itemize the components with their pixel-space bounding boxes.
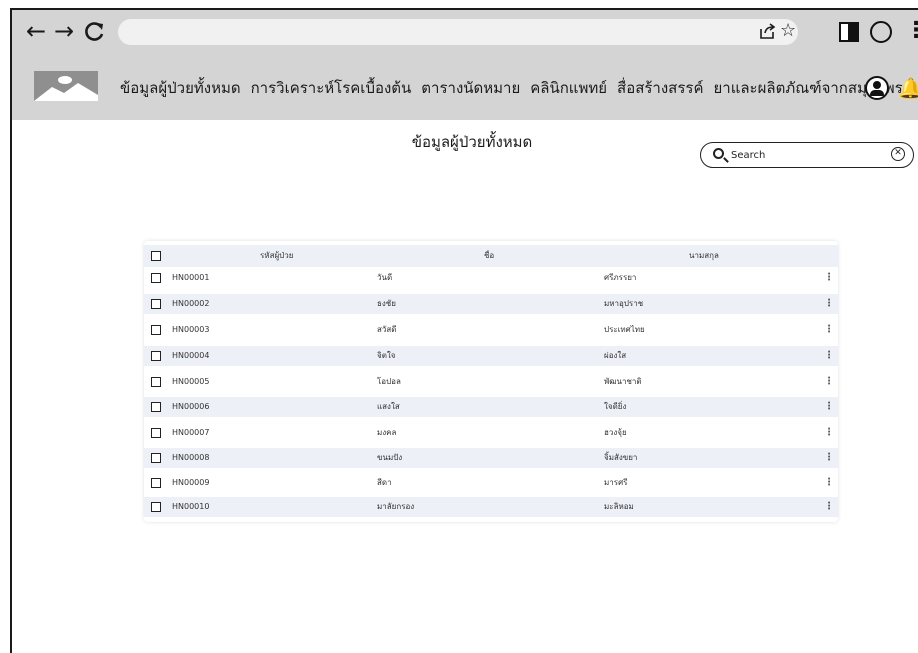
table-row[interactable]: HN00006 แสงใส ใจดียิ่ง ⋮ <box>144 397 838 417</box>
row-checkbox[interactable] <box>151 299 161 309</box>
row-menu-icon[interactable]: ⋮ <box>824 401 834 413</box>
star-icon[interactable]: ☆ <box>780 19 796 43</box>
column-header-id[interactable]: รหัสผู้ป่วย <box>260 251 293 261</box>
browser-window: ← → ☆ ⋮ ข้อมูลผู้ป่วยทั้งหมด การวิเคราะห… <box>10 8 918 653</box>
browser-toolbar: ← → ☆ ⋮ <box>12 10 918 54</box>
patient-id: HN00005 <box>172 377 210 386</box>
row-menu-icon[interactable]: ⋮ <box>824 298 834 310</box>
patient-table: รหัสผู้ป่วย ชื่อ นามสกุล HN00001 วันดี ศ… <box>144 241 838 522</box>
patient-last-name: พัฒนาชาติ <box>604 377 642 386</box>
nav-media[interactable]: สื่อสร้างสรรค์ <box>617 76 703 100</box>
row-checkbox[interactable] <box>151 478 161 488</box>
patient-first-name: มงคล <box>377 428 397 437</box>
patient-last-name: ฮวงจุ้ย <box>604 428 627 437</box>
row-checkbox[interactable] <box>151 502 161 512</box>
column-header-last-name[interactable]: นามสกุล <box>689 251 719 261</box>
bell-icon[interactable]: 🔔 <box>898 75 918 101</box>
row-checkbox[interactable] <box>151 402 161 412</box>
row-menu-icon[interactable]: ⋮ <box>824 272 834 284</box>
side-panel-icon[interactable] <box>839 22 859 42</box>
patient-last-name: มะลิหอม <box>604 502 634 511</box>
patient-last-name: ประเทศไทย <box>604 325 645 334</box>
table-row[interactable]: HN00007 มงคล ฮวงจุ้ย ⋮ <box>144 423 838 443</box>
row-menu-icon[interactable]: ⋮ <box>824 477 834 489</box>
patient-first-name: ขนมปัง <box>377 453 403 462</box>
table-header-row: รหัสผู้ป่วย ชื่อ นามสกุล <box>144 245 838 267</box>
clear-icon[interactable]: ✕ <box>891 147 905 161</box>
row-menu-icon[interactable]: ⋮ <box>824 376 834 388</box>
address-bar[interactable] <box>118 19 798 45</box>
row-checkbox[interactable] <box>151 453 161 463</box>
patient-id: HN00007 <box>172 428 210 437</box>
column-header-first-name[interactable]: ชื่อ <box>484 251 494 261</box>
share-icon[interactable] <box>758 22 776 40</box>
table-row[interactable]: HN00009 สีดา มารศรี ⋮ <box>144 473 838 493</box>
table-row[interactable]: HN00004 จิตใจ ผ่องใส ⋮ <box>144 346 838 366</box>
profile-icon[interactable] <box>870 21 892 43</box>
main-nav: ข้อมูลผู้ป่วยทั้งหมด การวิเคราะห์โรคเบื้… <box>120 76 903 100</box>
patient-id: HN00003 <box>172 325 210 334</box>
row-checkbox[interactable] <box>151 377 161 387</box>
table-row[interactable]: HN00003 สวัสดี ประเทศไทย ⋮ <box>144 320 838 340</box>
table-row[interactable]: HN00010 มาลัยกรอง มะลิหอม ⋮ <box>144 497 838 517</box>
more-icon[interactable]: ⋮ <box>905 18 918 44</box>
patient-id: HN00008 <box>172 453 210 462</box>
patient-first-name: วันดี <box>377 273 393 282</box>
logo-image-icon[interactable] <box>34 71 98 101</box>
patient-first-name: โอปอล <box>377 377 401 386</box>
search-box[interactable]: ✕ <box>700 142 914 168</box>
patient-first-name: สวัสดี <box>377 325 397 334</box>
back-arrow-icon[interactable]: ← <box>26 16 46 46</box>
page-title: ข้อมูลผู้ป่วยทั้งหมด <box>411 133 533 151</box>
patient-id: HN00004 <box>172 351 210 360</box>
nav-clinic[interactable]: คลินิกแพทย์ <box>530 76 607 100</box>
patient-last-name: จิ้มสังขยา <box>604 453 638 462</box>
row-menu-icon[interactable]: ⋮ <box>824 501 834 513</box>
row-menu-icon[interactable]: ⋮ <box>824 350 834 362</box>
user-account-icon[interactable] <box>865 76 889 100</box>
select-all-checkbox[interactable] <box>151 251 161 261</box>
patient-id: HN00010 <box>172 502 210 511</box>
table-row[interactable]: HN00002 ธงชัย มหาอุปราช ⋮ <box>144 294 838 314</box>
search-input[interactable] <box>731 146 871 164</box>
table-row[interactable]: HN00001 วันดี ศรีภรรยา ⋮ <box>144 268 838 288</box>
row-menu-icon[interactable]: ⋮ <box>824 452 834 464</box>
row-checkbox[interactable] <box>151 325 161 335</box>
forward-arrow-icon[interactable]: → <box>54 16 74 46</box>
patient-last-name: มารศรี <box>604 478 628 487</box>
patient-first-name: แสงใส <box>377 402 400 411</box>
patient-id: HN00006 <box>172 402 210 411</box>
patient-last-name: ใจดียิ่ง <box>604 402 627 411</box>
patient-first-name: ธงชัย <box>377 299 396 308</box>
patient-id: HN00009 <box>172 478 210 487</box>
nav-diagnosis[interactable]: การวิเคราะห์โรคเบื้องต้น <box>251 76 412 100</box>
reload-icon[interactable] <box>84 16 106 50</box>
patient-first-name: จิตใจ <box>377 351 396 360</box>
patient-last-name: ผ่องใส <box>604 351 627 360</box>
site-header: ข้อมูลผู้ป่วยทั้งหมด การวิเคราะห์โรคเบื้… <box>12 54 918 120</box>
table-row[interactable]: HN00005 โอปอล พัฒนาชาติ ⋮ <box>144 372 838 392</box>
patient-last-name: มหาอุปราช <box>604 299 644 308</box>
row-checkbox[interactable] <box>151 428 161 438</box>
table-row[interactable]: HN00008 ขนมปัง จิ้มสังขยา ⋮ <box>144 448 838 468</box>
row-menu-icon[interactable]: ⋮ <box>824 427 834 439</box>
row-checkbox[interactable] <box>151 273 161 283</box>
nav-appointments[interactable]: ตารางนัดหมาย <box>421 76 520 100</box>
nav-all-patients[interactable]: ข้อมูลผู้ป่วยทั้งหมด <box>120 76 241 100</box>
search-icon <box>713 148 724 159</box>
row-checkbox[interactable] <box>151 351 161 361</box>
patient-first-name: มาลัยกรอง <box>377 502 415 511</box>
row-menu-icon[interactable]: ⋮ <box>824 324 834 336</box>
patient-id: HN00002 <box>172 299 210 308</box>
patient-first-name: สีดา <box>377 478 392 487</box>
patient-id: HN00001 <box>172 273 210 282</box>
patient-last-name: ศรีภรรยา <box>604 273 637 282</box>
